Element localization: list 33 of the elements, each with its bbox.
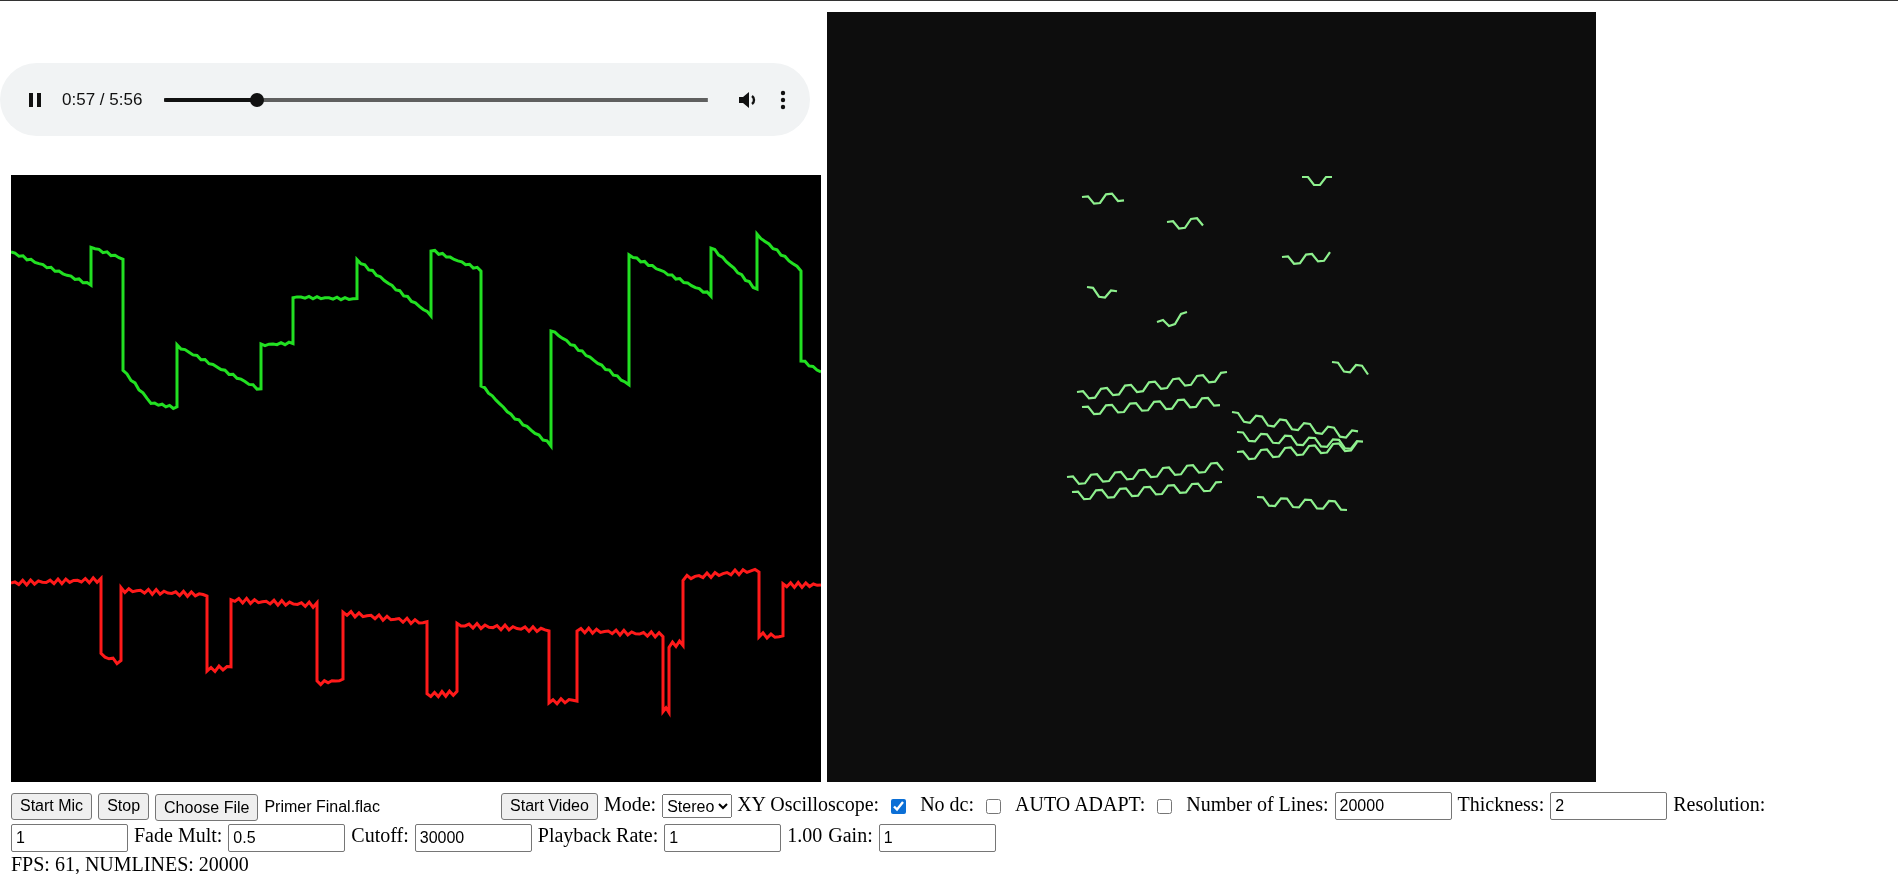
control-label: Thickness: [1457, 793, 1545, 815]
checkbox[interactable] [986, 798, 1002, 814]
number-field[interactable]: 1 [664, 823, 782, 852]
choose-file-button[interactable]: Choose File [155, 794, 259, 822]
checkbox[interactable] [891, 798, 907, 814]
mode-select[interactable]: Stereo [662, 794, 733, 819]
number-field[interactable]: 0.5 [228, 823, 346, 852]
number-field[interactable]: 20000 [1334, 792, 1452, 821]
control-label: Mode: [603, 793, 657, 815]
number-field[interactable]: 1 [878, 823, 996, 852]
control-button[interactable]: Start Video [501, 792, 598, 820]
control-button[interactable]: Start Mic [11, 792, 93, 820]
more-options-icon[interactable] [780, 89, 786, 110]
status-text: FPS: 61, NUMLINES: 20000 [10, 851, 250, 874]
control-label: XY Oscilloscope: [737, 793, 880, 815]
control-label: Gain: [828, 824, 873, 847]
number-field[interactable]: 1 [11, 823, 128, 852]
pause-icon[interactable] [28, 91, 42, 108]
number-field[interactable]: 30000 [414, 823, 532, 852]
seek-thumb[interactable] [249, 92, 264, 107]
control-label: Resolution: [1673, 793, 1766, 815]
playback-time: 0:57 / 5:56 [62, 89, 143, 110]
file-name: Primer Final.flac [264, 798, 380, 816]
control-button[interactable]: Stop [98, 792, 150, 820]
control-label: AUTO ADAPT: [1015, 793, 1146, 815]
number-field[interactable]: 2 [1550, 792, 1668, 821]
control-label: Playback Rate: [537, 824, 659, 847]
control-label: 1.00 [787, 824, 823, 847]
control-label: Cutoff: [351, 824, 409, 847]
control-label: No dc: [920, 793, 975, 815]
checkbox[interactable] [1157, 798, 1173, 814]
control-label: Fade Mult: [134, 824, 223, 847]
control-label: Number of Lines: [1186, 793, 1329, 815]
